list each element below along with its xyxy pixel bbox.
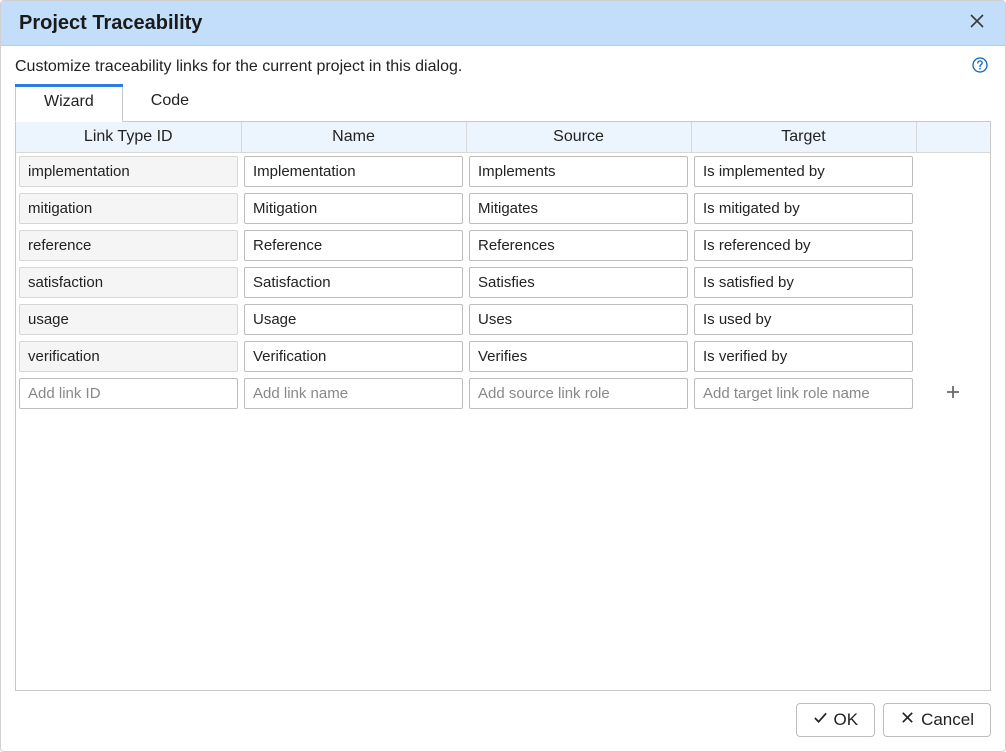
col-header-actions xyxy=(916,122,990,153)
link-name-cell[interactable]: Verification xyxy=(244,341,463,372)
link-id-cell[interactable]: verification xyxy=(19,341,238,372)
add-link-name-input[interactable] xyxy=(244,378,463,409)
table-row: usageUsageUsesIs used by xyxy=(16,301,990,338)
link-name-cell[interactable]: Usage xyxy=(244,304,463,335)
link-source-cell[interactable]: Uses xyxy=(469,304,688,335)
link-name-cell[interactable]: Implementation xyxy=(244,156,463,187)
dialog-footer: OK Cancel xyxy=(1,703,1005,751)
table-panel: Link Type ID Name Source Target implemen… xyxy=(15,121,991,691)
close-icon xyxy=(969,13,985,33)
close-button[interactable] xyxy=(965,11,989,35)
link-source-cell[interactable]: Satisfies xyxy=(469,267,688,298)
dialog-title: Project Traceability xyxy=(19,12,202,35)
link-target-cell[interactable]: Is implemented by xyxy=(694,156,913,187)
table-add-row xyxy=(16,375,990,412)
link-id-cell[interactable]: reference xyxy=(19,230,238,261)
link-source-cell[interactable]: Mitigates xyxy=(469,193,688,224)
link-id-cell[interactable]: mitigation xyxy=(19,193,238,224)
link-types-table: Link Type ID Name Source Target implemen… xyxy=(16,122,990,412)
table-row: satisfactionSatisfactionSatisfiesIs sati… xyxy=(16,264,990,301)
link-id-cell[interactable]: implementation xyxy=(19,156,238,187)
help-icon xyxy=(972,57,988,77)
cancel-button[interactable]: Cancel xyxy=(883,703,991,737)
plus-icon xyxy=(945,384,961,404)
table-row: referenceReferenceReferencesIs reference… xyxy=(16,227,990,264)
cancel-button-label: Cancel xyxy=(921,710,974,730)
check-icon xyxy=(813,710,828,730)
ok-button-label: OK xyxy=(834,710,859,730)
add-link-source-input[interactable] xyxy=(469,378,688,409)
link-id-cell[interactable]: satisfaction xyxy=(19,267,238,298)
table-header-row: Link Type ID Name Source Target xyxy=(16,122,990,153)
link-source-cell[interactable]: Verifies xyxy=(469,341,688,372)
add-row-button[interactable] xyxy=(940,381,966,407)
link-name-cell[interactable]: Mitigation xyxy=(244,193,463,224)
link-name-cell[interactable]: Reference xyxy=(244,230,463,261)
link-target-cell[interactable]: Is verified by xyxy=(694,341,913,372)
tab-code[interactable]: Code xyxy=(123,84,217,121)
link-source-cell[interactable]: Implements xyxy=(469,156,688,187)
link-target-cell[interactable]: Is used by xyxy=(694,304,913,335)
link-target-cell[interactable]: Is referenced by xyxy=(694,230,913,261)
col-header-name[interactable]: Name xyxy=(241,122,466,153)
link-target-cell[interactable]: Is mitigated by xyxy=(694,193,913,224)
link-id-cell[interactable]: usage xyxy=(19,304,238,335)
help-button[interactable] xyxy=(971,58,989,76)
dialog-titlebar: Project Traceability xyxy=(1,1,1005,46)
link-name-cell[interactable]: Satisfaction xyxy=(244,267,463,298)
table-row: implementationImplementationImplementsIs… xyxy=(16,153,990,191)
col-header-target[interactable]: Target xyxy=(691,122,916,153)
add-link-id-input[interactable] xyxy=(19,378,238,409)
table-row: verificationVerificationVerifiesIs verif… xyxy=(16,338,990,375)
tabs: WizardCode xyxy=(15,84,991,121)
ok-button[interactable]: OK xyxy=(796,703,876,737)
add-link-target-input[interactable] xyxy=(694,378,913,409)
x-icon xyxy=(900,710,915,730)
table-row: mitigationMitigationMitigatesIs mitigate… xyxy=(16,190,990,227)
link-source-cell[interactable]: References xyxy=(469,230,688,261)
col-header-source[interactable]: Source xyxy=(466,122,691,153)
col-header-id[interactable]: Link Type ID xyxy=(16,122,241,153)
link-target-cell[interactable]: Is satisfied by xyxy=(694,267,913,298)
dialog-description: Customize traceability links for the cur… xyxy=(15,58,462,76)
dialog-subheader: Customize traceability links for the cur… xyxy=(1,46,1005,80)
tab-wizard[interactable]: Wizard xyxy=(15,84,123,122)
